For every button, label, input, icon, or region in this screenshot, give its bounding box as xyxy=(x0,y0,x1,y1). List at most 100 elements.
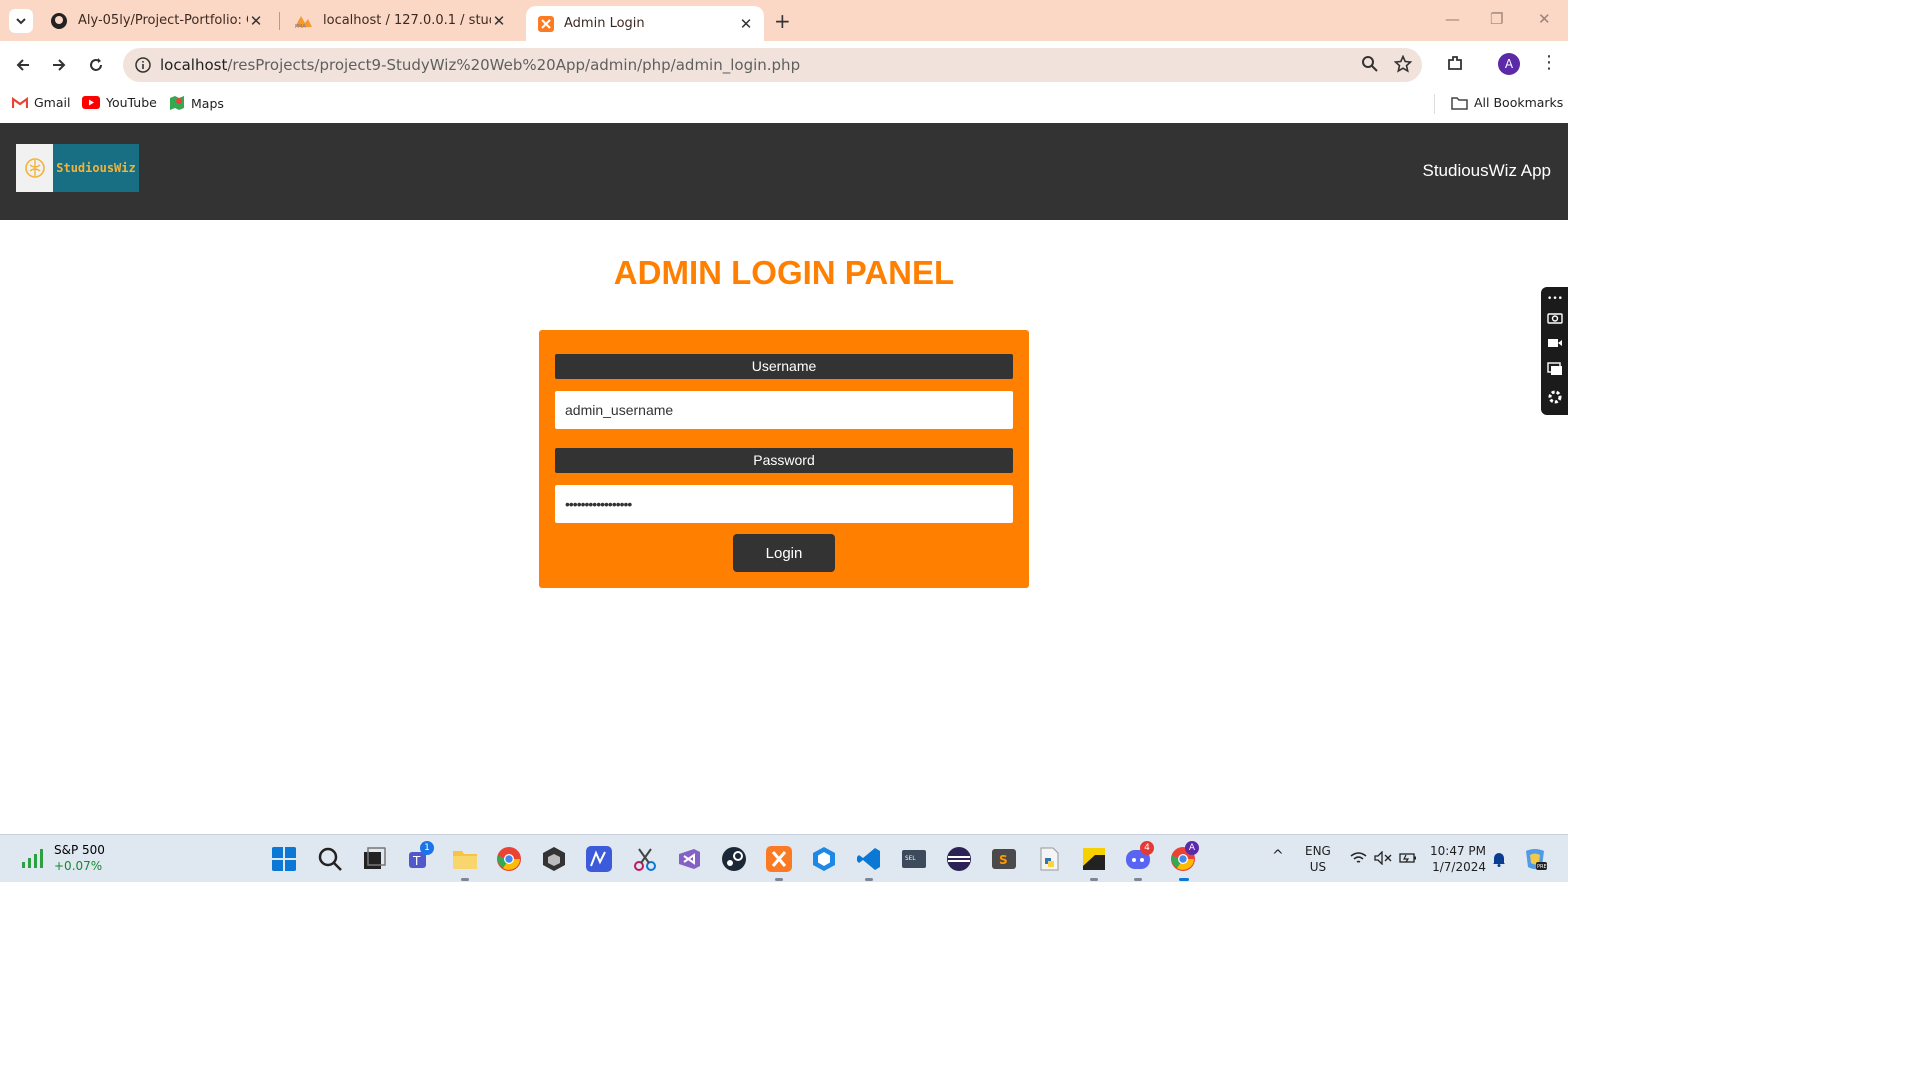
file-explorer-icon[interactable] xyxy=(452,846,478,872)
region-code: US xyxy=(1309,860,1327,874)
language-code: ENG xyxy=(1305,844,1331,858)
battery-icon[interactable] xyxy=(1399,851,1417,865)
profile-badge: A xyxy=(1185,841,1199,855)
wifi-icon[interactable] xyxy=(1350,851,1367,865)
reload-button[interactable] xyxy=(84,53,108,77)
terminal-app-icon[interactable]: SEL xyxy=(901,846,927,872)
profile-avatar[interactable]: A xyxy=(1498,53,1520,75)
running-indicator xyxy=(1134,878,1142,881)
svg-text:SEL: SEL xyxy=(905,855,916,862)
window-capture-icon[interactable] xyxy=(1545,359,1565,379)
volume-muted-icon[interactable] xyxy=(1374,851,1392,865)
language-indicator[interactable]: ENG US xyxy=(1305,843,1331,875)
windows-start-icon[interactable] xyxy=(271,846,297,872)
active-indicator xyxy=(1179,878,1189,881)
snipping-tool-icon[interactable] xyxy=(632,846,658,872)
new-tab-button[interactable]: + xyxy=(774,9,791,33)
arrow-left-icon xyxy=(16,59,29,71)
svg-text:PMA: PMA xyxy=(295,24,306,29)
running-indicator xyxy=(461,878,469,881)
widget-menu-icon[interactable]: ••• xyxy=(1545,289,1565,309)
all-bookmarks[interactable]: All Bookmarks xyxy=(1451,95,1563,110)
site-header: StudiousWiz StudiousWiz App xyxy=(0,123,1568,220)
xampp-icon xyxy=(538,15,554,32)
steam-icon[interactable] xyxy=(721,846,747,872)
stock-name: S&P 500 xyxy=(54,843,105,857)
address-bar[interactable]: localhost/resProjects/project9-StudyWiz%… xyxy=(123,48,1422,82)
clock-date: 1/7/2024 xyxy=(1432,860,1486,874)
running-indicator xyxy=(1090,878,1098,881)
unity-icon[interactable] xyxy=(541,846,567,872)
bookmarks-bar: Gmail YouTube Maps All Bookmarks xyxy=(0,88,1568,123)
tab-phpmyadmin[interactable]: PMA localhost / 127.0.0.1 / studiousw ✕ xyxy=(281,0,517,41)
site-logo[interactable]: StudiousWiz xyxy=(16,144,139,192)
tab-divider xyxy=(279,12,280,30)
site-info-icon[interactable] xyxy=(135,57,151,73)
login-button[interactable]: Login xyxy=(733,534,835,572)
teams-badge: 1 xyxy=(420,841,434,855)
password-input[interactable] xyxy=(555,485,1013,523)
chrome-icon[interactable] xyxy=(496,846,522,872)
username-input[interactable] xyxy=(555,391,1013,429)
bookmark-label: Gmail xyxy=(34,95,71,110)
close-window-icon[interactable]: ✕ xyxy=(1538,10,1551,28)
os-taskbar: S&P 500 +0.07% T 1 SEL S 4 A ^ ENG US 10… xyxy=(0,834,1568,882)
tab-title: Admin Login xyxy=(564,16,645,31)
forward-button[interactable] xyxy=(47,53,71,77)
tab-title: localhost / 127.0.0.1 / studiousw xyxy=(323,13,491,28)
visual-studio-icon[interactable] xyxy=(676,846,702,872)
close-tab-icon[interactable]: ✕ xyxy=(738,15,754,33)
camera-icon[interactable] xyxy=(1545,307,1565,327)
chevron-up-icon[interactable]: ^ xyxy=(1272,848,1284,864)
folder-icon xyxy=(1451,96,1468,110)
notification-bell-icon[interactable] xyxy=(1492,851,1506,867)
restore-icon[interactable]: ❐ xyxy=(1490,10,1503,28)
minimize-icon[interactable]: — xyxy=(1445,10,1460,28)
star-icon[interactable] xyxy=(1394,55,1412,73)
tab-title: Aly-05ly/Project-Portfolio: Conf xyxy=(78,13,248,28)
bookmark-divider xyxy=(1434,94,1435,114)
close-tab-icon[interactable]: ✕ xyxy=(491,12,507,30)
back-button[interactable] xyxy=(11,53,35,77)
bookmark-youtube[interactable]: YouTube xyxy=(82,95,157,110)
brain-icon xyxy=(24,158,45,178)
logo-text: StudiousWiz xyxy=(53,144,139,192)
discord-badge: 4 xyxy=(1140,841,1154,855)
extensions-icon[interactable] xyxy=(1446,54,1464,72)
sublime-text-icon[interactable]: S xyxy=(991,846,1017,872)
vscode-icon[interactable] xyxy=(856,846,882,872)
video-camera-icon[interactable] xyxy=(1545,333,1565,353)
more-menu-icon[interactable]: ⋮ xyxy=(1540,52,1558,73)
clock-time: 10:47 PM xyxy=(1430,844,1486,858)
bookmark-gmail[interactable]: Gmail xyxy=(12,95,70,110)
clock[interactable]: 10:47 PM 1/7/2024 xyxy=(1430,843,1486,875)
brand-name[interactable]: StudiousWiz App xyxy=(1422,161,1551,181)
svg-text:S: S xyxy=(999,853,1008,867)
all-bookmarks-label: All Bookmarks xyxy=(1474,95,1564,110)
search-icon[interactable] xyxy=(317,846,343,872)
reload-icon xyxy=(90,58,102,71)
browser-tab-strip: Aly-05ly/Project-Portfolio: Conf ✕ PMA l… xyxy=(0,0,1568,41)
stock-widget[interactable]: S&P 500 +0.07% xyxy=(20,842,105,874)
url-host: localhost xyxy=(160,56,228,74)
login-form: Username Password Login xyxy=(539,330,1029,588)
task-view-icon[interactable] xyxy=(361,846,387,872)
github-icon xyxy=(51,12,67,29)
tab-search-button[interactable] xyxy=(9,9,33,33)
tab-admin-login[interactable]: Admin Login ✕ xyxy=(526,6,764,41)
browser-toolbar: localhost/resProjects/project9-StudyWiz%… xyxy=(0,41,1568,88)
eclipse-icon[interactable] xyxy=(946,846,972,872)
sticky-notes-icon[interactable] xyxy=(1081,846,1107,872)
tab-github[interactable]: Aly-05ly/Project-Portfolio: Conf ✕ xyxy=(38,0,274,41)
bookmark-maps[interactable]: Maps xyxy=(169,95,224,111)
gear-icon[interactable] xyxy=(1545,387,1565,407)
xampp-icon[interactable] xyxy=(766,846,792,872)
copilot-icon[interactable]: PRE xyxy=(1522,847,1548,871)
mathway-icon[interactable] xyxy=(586,846,612,872)
python-file-icon[interactable] xyxy=(1036,846,1062,872)
username-label: Username xyxy=(555,354,1013,379)
zoom-icon[interactable] xyxy=(1361,55,1379,73)
close-tab-icon[interactable]: ✕ xyxy=(248,12,264,30)
hexagon-app-icon[interactable] xyxy=(811,846,837,872)
youtube-icon xyxy=(82,96,100,109)
